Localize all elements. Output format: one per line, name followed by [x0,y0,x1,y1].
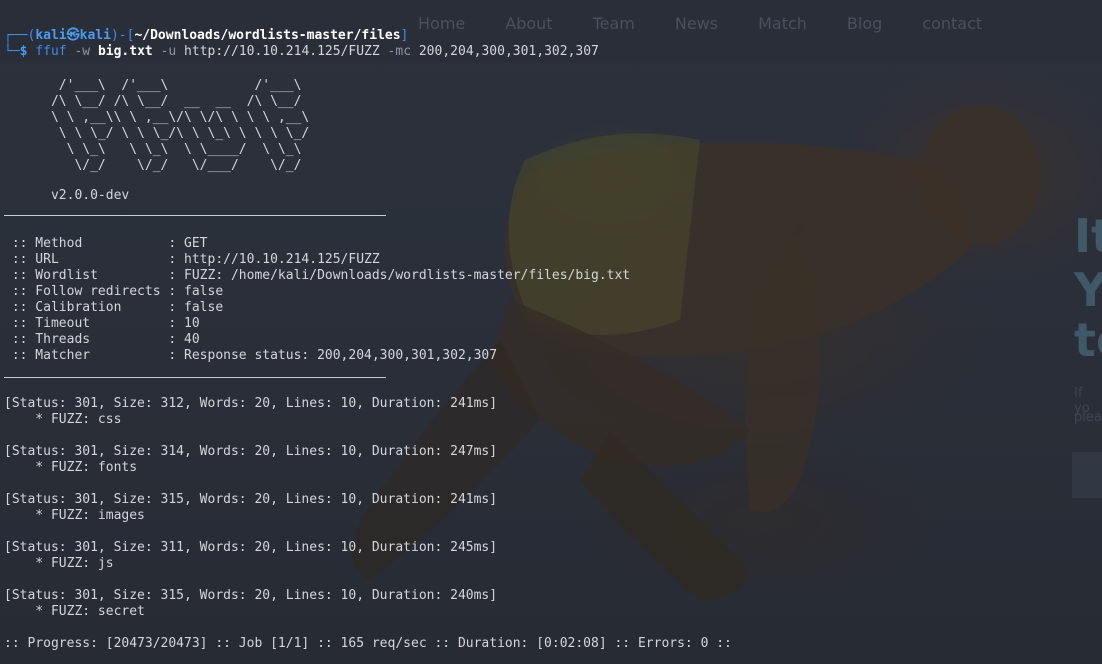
separator-top [4,215,386,216]
config-row: :: Follow redirects : false [4,284,223,300]
command-flag-w: -w [66,44,98,59]
progress-line: :: Progress: [20473/20473] :: Job [1/1] … [4,636,732,651]
config-row: :: Calibration : false [4,300,223,316]
result-fuzz: * FUZZ: fonts [4,460,138,475]
config-key: :: Threads : [4,332,185,347]
config-value: Response status: 200,204,300,301,302,307 [184,348,498,363]
ffuf-version: v2.0.0-dev [4,188,130,203]
config-value: 40 [184,332,200,347]
config-value: false [184,284,224,299]
prompt-corner-bottom: └─ [4,44,20,59]
config-row: :: Timeout : 10 [4,316,200,332]
config-value: FUZZ: /home/kali/Downloads/wordlists-mas… [184,268,631,283]
result-fuzz: * FUZZ: images [4,508,145,523]
result-fuzz: * FUZZ: css [4,412,122,427]
prompt-path: ~/Downloads/wordlists-master/files [134,28,401,43]
config-key: :: Calibration : [4,300,185,315]
command-url: http://10.10.214.125/FUZZ [184,44,380,59]
command-flag-mc: -mc [379,44,419,59]
result-status: [Status: 301, Size: 312, Words: 20, Line… [4,396,498,411]
config-row: :: URL : http://10.10.214.125/FUZZ [4,252,380,268]
config-row: :: Matcher : Response status: 200,204,30… [4,348,497,364]
config-key: :: Wordlist : [4,268,185,283]
prompt-user: kali [35,28,67,43]
result-status: [Status: 301, Size: 311, Words: 20, Line… [4,540,498,555]
prompt-dollar: $ [19,44,36,59]
command-wordlist: big.txt [97,44,153,59]
config-row: :: Method : GET [4,236,208,252]
result-status: [Status: 301, Size: 314, Words: 20, Line… [4,444,498,459]
config-value: 10 [184,316,200,331]
terminal-window[interactable]: ┌──(kali㉿kali)-[~/Downloads/wordlists-ma… [0,0,1102,664]
prompt-at-symbol: ㉿ [66,28,80,43]
result-fuzz: * FUZZ: js [4,556,114,571]
prompt-line: ┌──(kali㉿kali)-[~/Downloads/wordlists-ma… [4,28,408,44]
config-value: http://10.10.214.125/FUZZ [184,252,380,267]
result-fuzz: * FUZZ: secret [4,604,145,619]
separator-bottom [4,377,386,378]
config-row: :: Threads : 40 [4,332,200,348]
config-key: :: Matcher : [4,348,185,363]
config-value: false [184,300,224,315]
config-value: GET [184,236,208,251]
result-status: [Status: 301, Size: 315, Words: 20, Line… [4,492,498,507]
prompt-end: ] [400,28,409,43]
config-key: :: Timeout : [4,316,185,331]
command-codes: 200,204,300,301,302,307 [418,44,599,59]
command-program: ffuf [35,44,67,59]
desktop-stage: Home About Team News Match Blog contact … [0,0,1102,664]
command-flag-u: -u [152,44,185,59]
config-key: :: Method : [4,236,185,251]
prompt-corner-top: ┌──( [4,28,36,43]
ffuf-ascii-banner: /'___\ /'___\ /'___\ /\ \__/ /\ \__/ __ … [50,78,310,173]
result-status: [Status: 301, Size: 315, Words: 20, Line… [4,588,498,603]
prompt-mid: )-[ [110,28,135,43]
config-key: :: URL : [4,252,185,267]
config-row: :: Wordlist : FUZZ: /home/kali/Downloads… [4,268,630,284]
config-key: :: Follow redirects : [4,284,185,299]
prompt-host: kali [79,28,111,43]
command-line[interactable]: └─$ ffuf -w big.txt -u http://10.10.214.… [4,44,599,60]
